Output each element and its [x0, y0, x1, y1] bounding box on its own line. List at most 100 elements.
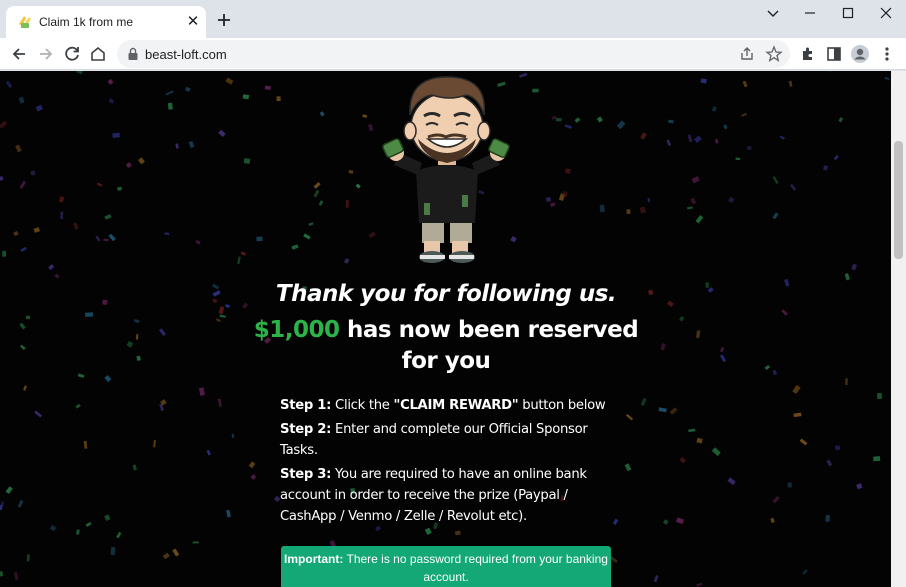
menu-dots-icon[interactable] [875, 42, 899, 66]
page-scrollbar[interactable] [891, 71, 906, 587]
confetti-piece [291, 244, 299, 250]
confetti-piece [0, 120, 8, 129]
confetti-piece [696, 582, 703, 587]
confetti-piece [519, 72, 528, 78]
confetti-piece [250, 474, 257, 480]
confetti-piece [195, 240, 201, 245]
back-icon[interactable] [7, 42, 31, 66]
close-window-icon[interactable] [871, 4, 901, 22]
confetti-piece [19, 180, 27, 189]
confetti-piece [13, 571, 19, 581]
confetti-piece [313, 182, 321, 189]
confetti-piece [313, 189, 320, 198]
confetti-piece [125, 162, 132, 169]
confetti-piece [802, 569, 808, 575]
minimize-icon[interactable] [795, 4, 825, 22]
confetti-piece [184, 86, 191, 92]
side-panel-icon[interactable] [822, 42, 846, 66]
confetti-piece [368, 231, 376, 239]
confetti-piece [0, 176, 4, 181]
confetti-piece [792, 384, 801, 395]
money-wings-icon [19, 16, 31, 28]
confetti-piece [137, 157, 145, 165]
confetti-piece [666, 139, 672, 147]
confetti-piece [741, 112, 747, 117]
confetti-piece [884, 76, 890, 81]
confetti-piece [276, 96, 281, 102]
confetti-piece [625, 413, 634, 421]
lock-icon[interactable] [127, 47, 139, 61]
confetti-piece [116, 186, 123, 191]
confetti-piece [172, 548, 180, 557]
extensions-icon[interactable] [796, 42, 820, 66]
confetti-piece [735, 157, 740, 161]
confetti-piece [219, 314, 226, 318]
step-2-label: Step 2: [280, 422, 332, 437]
confetti-piece [719, 354, 727, 363]
confetti-piece [556, 117, 562, 122]
confetti-piece [844, 273, 850, 281]
browser-tab[interactable]: Claim 1k from me ✕ [6, 6, 206, 38]
confetti-piece [653, 575, 659, 583]
confetti-piece [599, 204, 605, 213]
confetti-piece [112, 132, 120, 138]
confetti-piece [83, 440, 88, 449]
notice-label: Important: [284, 552, 344, 566]
confetti-piece [48, 264, 55, 271]
confetti-piece [355, 183, 361, 189]
reload-icon[interactable] [60, 42, 84, 66]
confetti-piece [226, 509, 231, 518]
confetti-piece [714, 138, 719, 144]
tab-close-icon[interactable]: ✕ [184, 13, 202, 31]
confetti-piece [77, 373, 85, 379]
url-text[interactable]: beast-loft.com [145, 47, 227, 62]
new-tab-icon[interactable] [214, 10, 234, 30]
confetti-piece [136, 334, 139, 340]
confetti-piece [134, 319, 140, 324]
confetti-piece [562, 191, 568, 198]
confetti-piece [102, 299, 108, 306]
confetti-piece [85, 521, 92, 527]
home-icon[interactable] [86, 42, 110, 66]
confetti-piece [532, 88, 539, 93]
address-bar[interactable]: beast-loft.com [117, 40, 790, 68]
confetti-piece [345, 199, 349, 208]
step-3-label: Step 3: [280, 467, 332, 482]
confetti-piece [303, 233, 311, 240]
confetti-piece [34, 410, 43, 418]
confetti-piece [784, 278, 790, 287]
profile-avatar-icon[interactable] [848, 42, 872, 66]
confetti-piece [676, 517, 685, 524]
confetti-piece [17, 499, 24, 508]
confetti-piece [690, 197, 697, 205]
step-1: Step 1: Click the "CLAIM REWARD" button … [280, 395, 616, 416]
tab-title: Claim 1k from me [39, 15, 134, 29]
confetti-piece [60, 211, 64, 220]
confetti-piece [679, 315, 685, 322]
bookmark-star-icon[interactable] [764, 44, 784, 64]
forward-icon[interactable] [34, 42, 58, 66]
confetti-piece [0, 501, 5, 507]
confetti-piece [206, 449, 211, 456]
confetti-piece [873, 456, 881, 462]
reward-amount: $1,000 [253, 317, 340, 343]
confetti-piece [132, 464, 137, 471]
maximize-icon[interactable] [833, 4, 863, 22]
confetti-piece [610, 556, 618, 564]
share-icon[interactable] [737, 44, 757, 64]
confetti-piece [770, 517, 775, 524]
confetti-piece [687, 134, 693, 143]
confetti-piece [772, 495, 780, 504]
tab-search-icon[interactable] [758, 4, 788, 22]
confetti-piece [256, 236, 263, 242]
mascot-illustration [382, 76, 510, 263]
confetti-piece [33, 227, 40, 233]
confetti-piece [626, 209, 631, 215]
confetti-piece [231, 433, 235, 439]
scrollbar-thumb[interactable] [894, 141, 903, 259]
confetti-piece [165, 90, 174, 96]
confetti-piece [218, 306, 225, 315]
confetti-piece [658, 407, 667, 413]
confetti-piece [564, 124, 572, 129]
confetti-piece [574, 117, 581, 123]
